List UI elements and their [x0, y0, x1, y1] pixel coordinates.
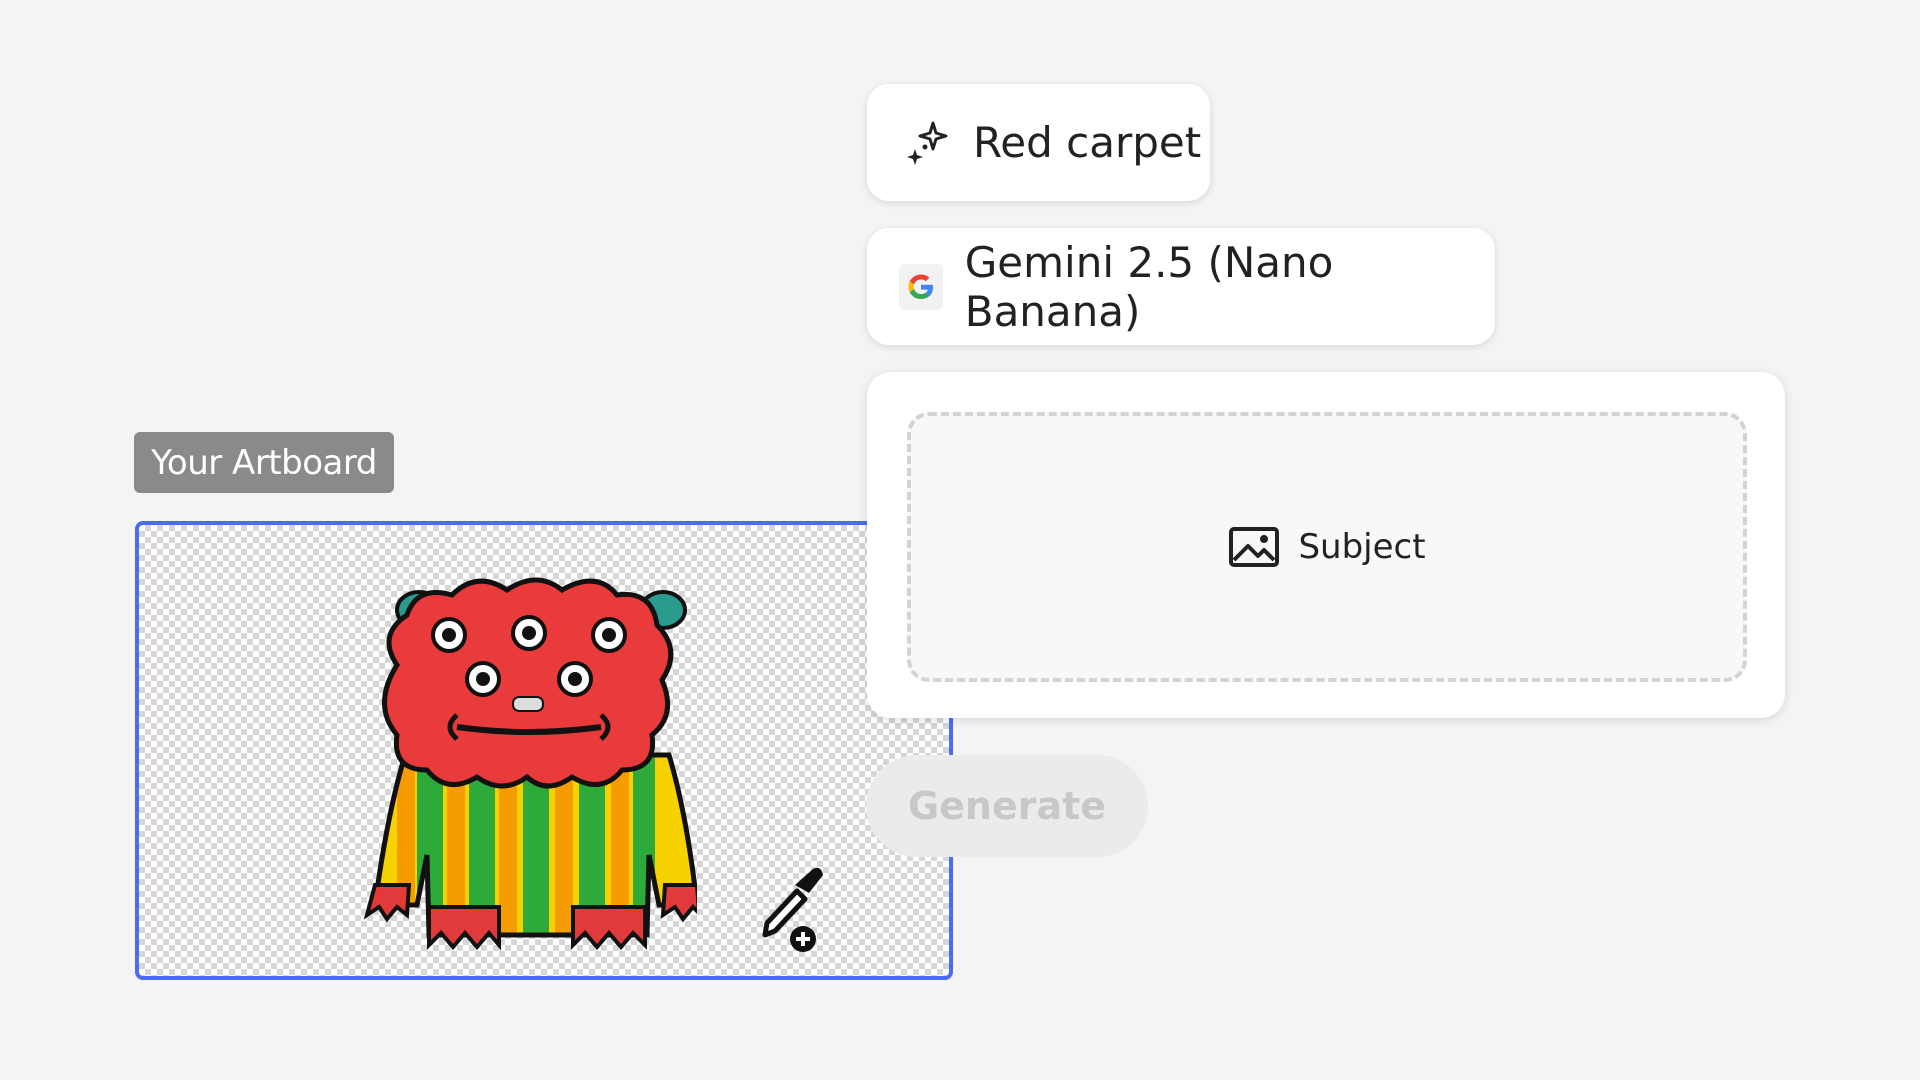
model-chip-label: Gemini 2.5 (Nano Banana) — [964, 237, 1334, 336]
sparkle-icon — [907, 121, 948, 165]
model-chip[interactable]: Gemini 2.5 (Nano Banana) — [867, 228, 1495, 345]
subject-dropzone[interactable]: Subject — [907, 412, 1747, 682]
artwork-monster — [363, 577, 697, 951]
generate-button[interactable]: Generate — [866, 755, 1148, 857]
canvas-stage: Your Artboard Red carpet Gemini 2.5 (Nan… — [0, 0, 1920, 1080]
style-chip-label: Red carpet — [973, 118, 1202, 167]
subject-label: Subject — [1298, 527, 1426, 567]
eyedropper-add-icon[interactable] — [757, 863, 827, 953]
style-chip[interactable]: Red carpet — [867, 84, 1210, 201]
artboard[interactable] — [135, 521, 953, 980]
subject-panel: Subject — [867, 372, 1785, 718]
artboard-label: Your Artboard — [134, 432, 394, 493]
google-g-icon — [899, 263, 943, 310]
image-icon — [1229, 527, 1280, 567]
